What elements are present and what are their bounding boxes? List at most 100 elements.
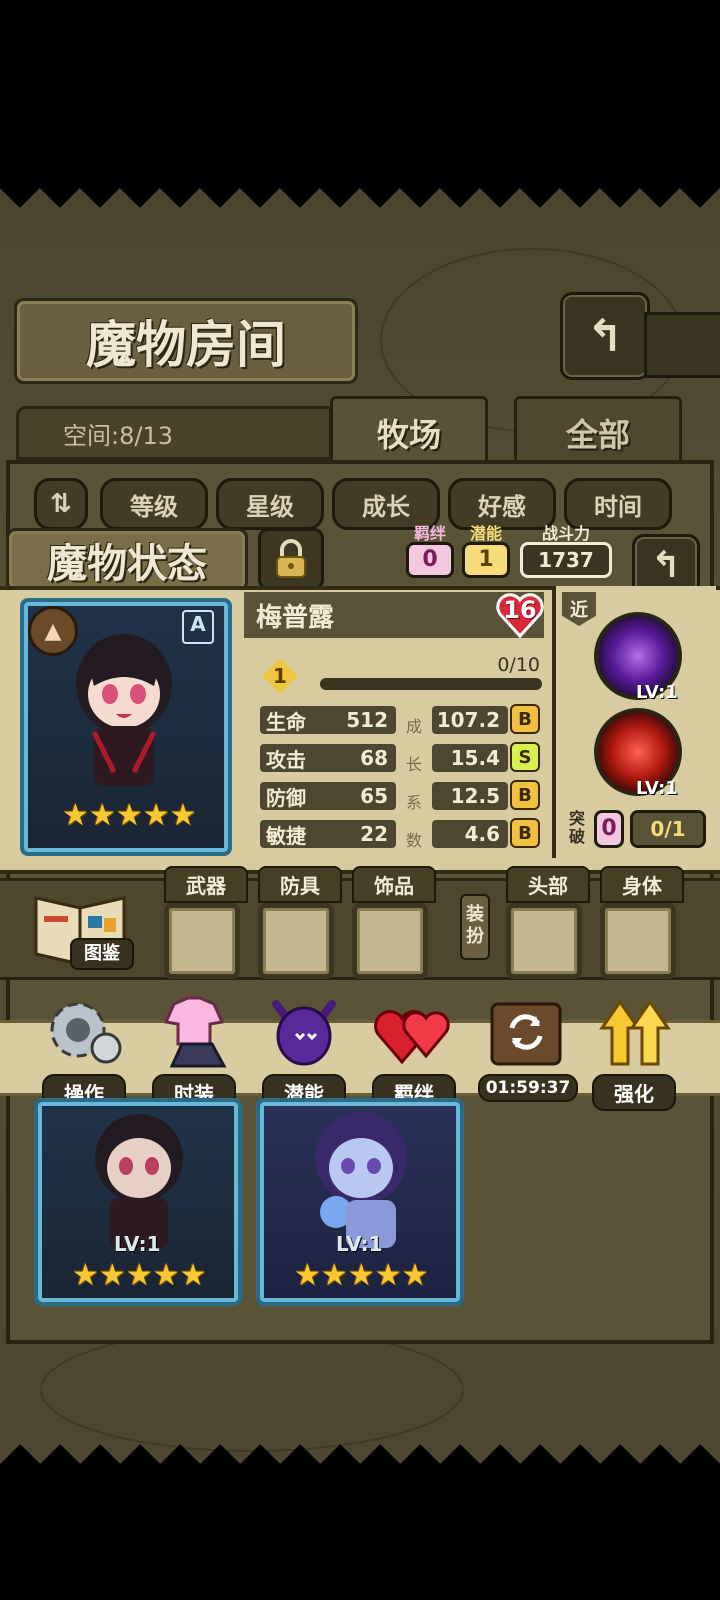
star-icon: ★ xyxy=(401,1258,429,1293)
monster-level: 16 xyxy=(503,596,537,624)
monster-portrait xyxy=(315,1112,407,1248)
skill-level: LV:1 xyxy=(636,778,678,799)
slot-label: 防具 xyxy=(258,866,342,903)
equip-slot-head[interactable]: 头部 xyxy=(506,866,590,979)
stat-row-hp: 生命 512 xyxy=(260,706,396,734)
space-counter: 空间:8/13 xyxy=(16,406,332,460)
action-label: 强化 xyxy=(592,1074,676,1111)
grade-badge-agility: B xyxy=(510,818,540,848)
gear-icon xyxy=(50,1002,122,1064)
equip-slot-weapon[interactable]: 武器 xyxy=(164,866,248,979)
back-arrow-icon: ↰ xyxy=(650,544,682,586)
star-icon: ★ xyxy=(142,798,170,833)
star-icon: ★ xyxy=(125,1258,153,1293)
slot-label: 饰品 xyxy=(352,866,436,903)
outfit-icon xyxy=(163,996,227,1068)
page-title: 魔物房间 xyxy=(14,298,358,384)
monster-portrait xyxy=(95,1114,183,1248)
star-icon: ★ xyxy=(374,1258,402,1293)
return-button[interactable]: ↰ xyxy=(560,292,650,380)
star-icon: ★ xyxy=(179,1258,207,1293)
tab-all[interactable]: 全部 xyxy=(514,396,682,470)
growth-hp: 107.2 xyxy=(432,706,508,734)
stat-label: 攻击 xyxy=(266,747,306,772)
slot-box[interactable] xyxy=(258,903,334,979)
tab-ranch[interactable]: 牧场 xyxy=(330,396,488,470)
album-label: 图鉴 xyxy=(70,938,134,970)
growth-label-char: 长 xyxy=(405,755,422,774)
sort-affinity-button[interactable]: 好感 xyxy=(448,478,556,530)
growth-label-char: 成 xyxy=(405,717,422,736)
skill-level: LV:1 xyxy=(636,682,678,703)
growth-attack: 15.4 xyxy=(432,744,508,772)
refresh-timer: 01:59:37 xyxy=(478,1074,578,1102)
sort-order-button[interactable]: ⇅ xyxy=(34,478,88,530)
lock-button[interactable] xyxy=(258,528,324,590)
growth-label-char: 系 xyxy=(405,793,422,812)
slot-box[interactable] xyxy=(164,903,240,979)
return-icon: ↰ xyxy=(586,310,624,362)
breakthrough-progress: 0/1 xyxy=(630,810,706,848)
torn-edge-bottom xyxy=(0,1424,720,1464)
power-label: 战斗力 xyxy=(541,524,590,543)
refresh-chest-icon xyxy=(490,1002,562,1066)
stat-value: 65 xyxy=(360,784,388,808)
slot-label: 武器 xyxy=(164,866,248,903)
stat-row-agility: 敏捷 22 xyxy=(260,820,396,848)
action-operate[interactable]: 操作 xyxy=(42,994,126,1111)
star-icon: ★ xyxy=(62,798,89,833)
star-icon: ★ xyxy=(294,1258,321,1293)
lock-icon xyxy=(276,539,306,578)
action-bond[interactable]: 羁绊 xyxy=(372,994,456,1111)
sort-toggle-icon: ⇅ xyxy=(50,489,72,519)
power-value: 1737 xyxy=(520,542,612,578)
upgrade-arrows-icon xyxy=(599,999,671,1066)
bond-counter: 羁绊 0 xyxy=(406,526,454,578)
slot-label: 头部 xyxy=(506,866,590,903)
dress-up-label: 装扮 xyxy=(460,894,490,960)
monster-card[interactable]: LV:1 ★ ★ ★ ★ ★ xyxy=(256,1098,464,1306)
equip-slot-armor[interactable]: 防具 xyxy=(258,866,342,979)
bond-hearts-icon xyxy=(374,1010,450,1065)
slot-label: 身体 xyxy=(600,866,684,903)
stat-label: 生命 xyxy=(266,709,306,734)
action-potential[interactable]: 潜能 xyxy=(262,994,346,1111)
slot-box[interactable] xyxy=(352,903,428,979)
star-icon: ★ xyxy=(347,1258,375,1293)
potential-value: 1 xyxy=(462,542,510,578)
breakthrough-label: 突破 xyxy=(568,809,585,846)
album-button[interactable]: 图鉴 xyxy=(30,888,134,970)
stat-value: 22 xyxy=(360,822,388,846)
monster-room-screen: 魔物房间 ↰ 空间:8/13 牧场 全部 ⇅ 等级 星级 成长 好感 时间 魔物… xyxy=(0,188,720,1464)
sort-growth-button[interactable]: 成长 xyxy=(332,478,440,530)
action-refresh-timer[interactable]: 01:59:37 xyxy=(478,994,578,1102)
bond-value: 0 xyxy=(406,542,454,578)
exp-bar xyxy=(320,678,542,690)
exp-text: 0/10 xyxy=(497,654,540,676)
action-fashion[interactable]: 时装 xyxy=(152,994,236,1111)
slot-box[interactable] xyxy=(506,903,582,979)
sort-stars-button[interactable]: 星级 xyxy=(216,478,324,530)
status-title: 魔物状态 xyxy=(6,528,248,592)
bond-label: 羁绊 xyxy=(413,524,446,543)
character-card[interactable]: ▲ A ★ ★ ★ ★ ★ xyxy=(20,598,232,856)
torn-edge-top xyxy=(0,188,720,228)
stat-value: 512 xyxy=(346,708,388,732)
skill-slot-2[interactable]: LV:1 xyxy=(594,708,682,799)
growth-defense: 12.5 xyxy=(432,782,508,810)
sort-level-button[interactable]: 等级 xyxy=(100,478,208,530)
star-icon: ★ xyxy=(98,1258,126,1293)
skill-slot-1[interactable]: LV:1 xyxy=(594,612,682,703)
star-icon: ★ xyxy=(115,798,143,833)
star-icon: ★ xyxy=(169,798,197,833)
monster-card[interactable]: LV:1 ★ ★ ★ ★ ★ xyxy=(34,1098,242,1306)
equip-slot-body[interactable]: 身体 xyxy=(600,866,684,979)
potential-counter: 潜能 1 xyxy=(462,526,510,578)
slot-box[interactable] xyxy=(600,903,676,979)
stat-row-attack: 攻击 68 xyxy=(260,744,396,772)
potential-label: 潜能 xyxy=(469,524,502,543)
equip-slot-accessory[interactable]: 饰品 xyxy=(352,866,436,979)
grade-badge-hp: B xyxy=(510,704,540,734)
action-enhance[interactable]: 强化 xyxy=(592,994,676,1111)
sort-time-button[interactable]: 时间 xyxy=(564,478,672,530)
